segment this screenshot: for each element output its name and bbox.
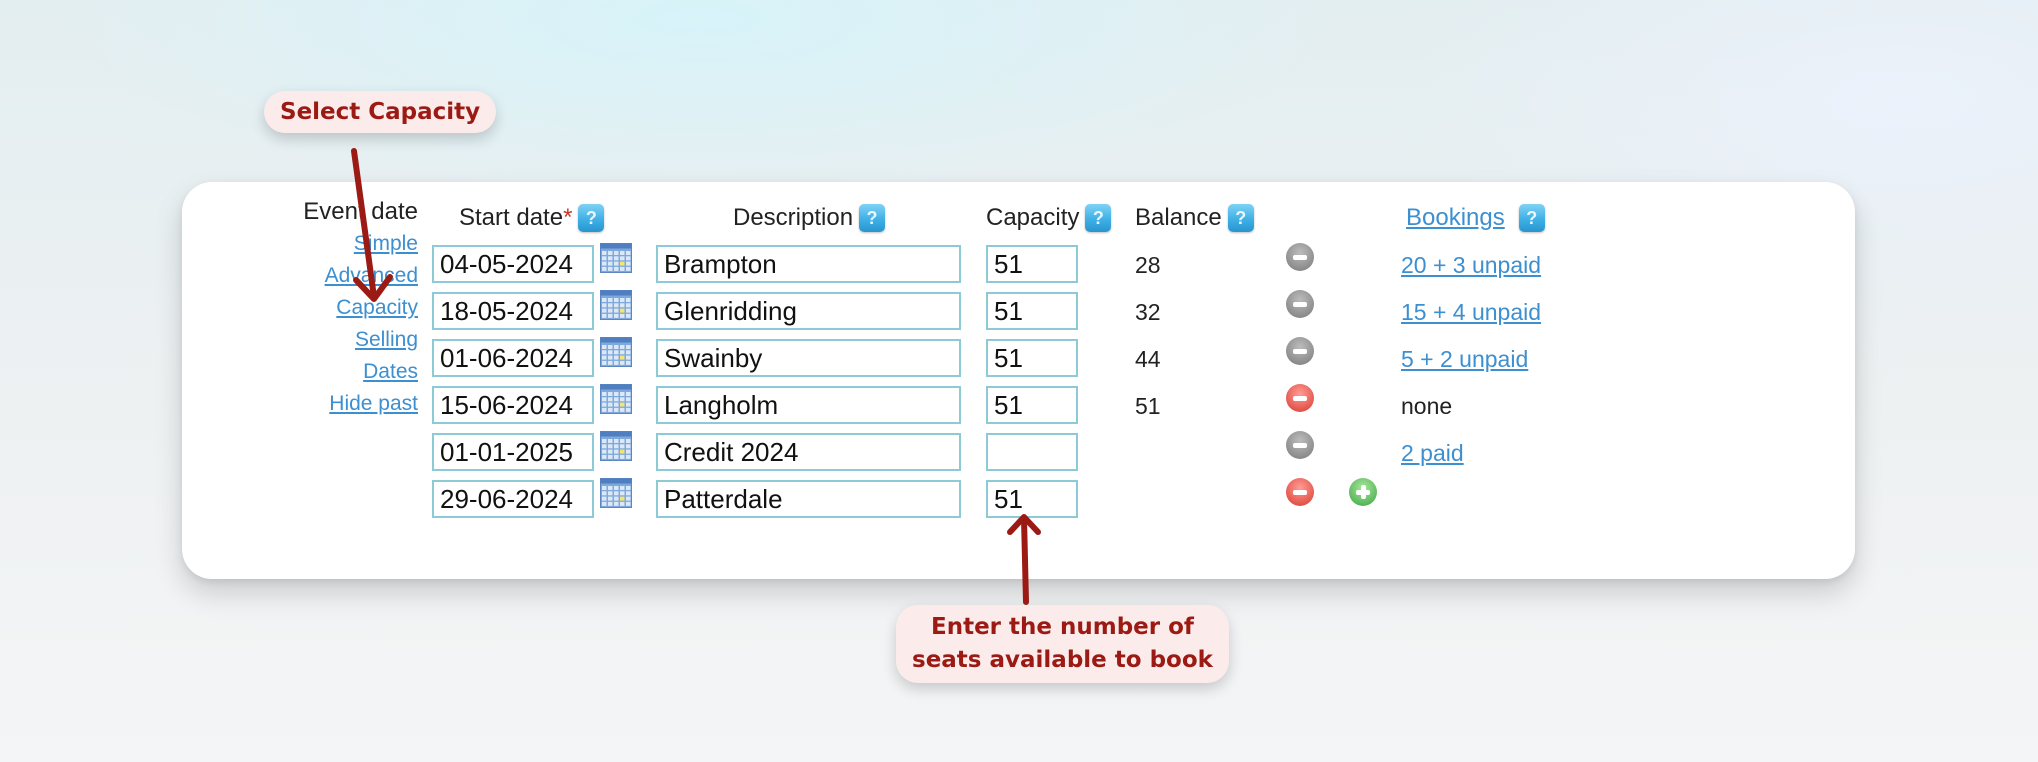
start-date-input[interactable] <box>432 480 594 518</box>
remove-event-button[interactable] <box>1286 478 1314 506</box>
minus-circle-icon <box>1293 301 1307 307</box>
link-advanced[interactable]: Advanced <box>182 260 418 292</box>
description-input[interactable] <box>656 292 961 330</box>
callout-enter-seats-line1: Enter the number of <box>931 614 1194 640</box>
required-mark: * <box>563 204 573 231</box>
event-date-view-links: Event date Simple Advanced Capacity Sell… <box>182 198 418 420</box>
header-balance: Balance ? <box>1135 204 1254 232</box>
description-input[interactable] <box>656 339 961 377</box>
callout-enter-seats: Enter the number of seats available to b… <box>896 605 1229 683</box>
help-icon[interactable]: ? <box>1085 204 1112 232</box>
balance-value: 28 <box>1135 252 1161 278</box>
bookings-header-link[interactable]: Bookings <box>1406 204 1505 232</box>
remove-event-button[interactable] <box>1286 384 1314 412</box>
remove-event-button[interactable] <box>1286 243 1314 271</box>
plus-vertical-stroke <box>1360 485 1366 499</box>
calendar-icon[interactable] <box>600 243 632 273</box>
capacity-input[interactable] <box>986 480 1078 518</box>
remove-event-button[interactable] <box>1286 290 1314 318</box>
balance-value: 44 <box>1135 346 1161 372</box>
header-bookings: Bookings ? <box>1406 204 1545 232</box>
help-icon[interactable]: ? <box>859 204 886 232</box>
start-date-input[interactable] <box>432 245 594 283</box>
minus-circle-icon <box>1293 489 1307 495</box>
calendar-icon[interactable] <box>600 431 632 461</box>
minus-circle-icon <box>1293 254 1307 260</box>
header-capacity: Capacity ? <box>986 204 1112 232</box>
capacity-input[interactable] <box>986 339 1078 377</box>
calendar-icon[interactable] <box>600 384 632 414</box>
bookings-link[interactable]: 5 + 2 unpaid <box>1401 346 1528 373</box>
capacity-input[interactable] <box>986 292 1078 330</box>
start-date-input[interactable] <box>432 339 594 377</box>
link-capacity[interactable]: Capacity <box>182 292 418 324</box>
help-icon[interactable]: ? <box>1227 204 1254 232</box>
link-simple[interactable]: Simple <box>182 228 418 260</box>
balance-value: 32 <box>1135 299 1161 325</box>
calendar-icon[interactable] <box>600 337 632 367</box>
capacity-input[interactable] <box>986 245 1078 283</box>
events-card <box>182 182 1855 579</box>
bookings-link[interactable]: 2 paid <box>1401 440 1464 467</box>
minus-circle-icon <box>1293 348 1307 354</box>
calendar-icon[interactable] <box>600 290 632 320</box>
description-input[interactable] <box>656 386 961 424</box>
minus-circle-icon <box>1293 395 1307 401</box>
start-date-input[interactable] <box>432 292 594 330</box>
bookings-link[interactable]: 15 + 4 unpaid <box>1401 299 1541 326</box>
capacity-input[interactable] <box>986 433 1078 471</box>
header-description: Description ? <box>733 204 886 232</box>
callout-enter-seats-line2: seats available to book <box>912 647 1213 673</box>
callout-select-capacity: Select Capacity <box>264 91 497 133</box>
remove-event-button[interactable] <box>1286 431 1314 459</box>
header-balance-label: Balance <box>1135 204 1222 231</box>
link-hide-past[interactable]: Hide past <box>182 388 418 420</box>
header-start-date: Start date * ? <box>459 204 605 232</box>
description-input[interactable] <box>656 480 961 518</box>
help-icon[interactable]: ? <box>1518 204 1545 232</box>
remove-event-button[interactable] <box>1286 337 1314 365</box>
start-date-input[interactable] <box>432 433 594 471</box>
header-capacity-label: Capacity <box>986 204 1080 231</box>
calendar-icon[interactable] <box>600 478 632 508</box>
add-event-button[interactable] <box>1349 478 1377 506</box>
header-start-date-label: Start date <box>459 204 564 231</box>
description-input[interactable] <box>656 433 961 471</box>
event-date-label: Event date <box>303 198 418 225</box>
start-date-input[interactable] <box>432 386 594 424</box>
header-description-label: Description <box>733 204 854 231</box>
link-dates[interactable]: Dates <box>182 356 418 388</box>
bookings-link[interactable]: 20 + 3 unpaid <box>1401 252 1541 279</box>
description-input[interactable] <box>656 245 961 283</box>
bookings-value: none <box>1401 393 1453 419</box>
link-selling[interactable]: Selling <box>182 324 418 356</box>
balance-value: 51 <box>1135 393 1161 419</box>
capacity-input[interactable] <box>986 386 1078 424</box>
minus-circle-icon <box>1293 442 1307 448</box>
help-icon[interactable]: ? <box>578 204 605 232</box>
